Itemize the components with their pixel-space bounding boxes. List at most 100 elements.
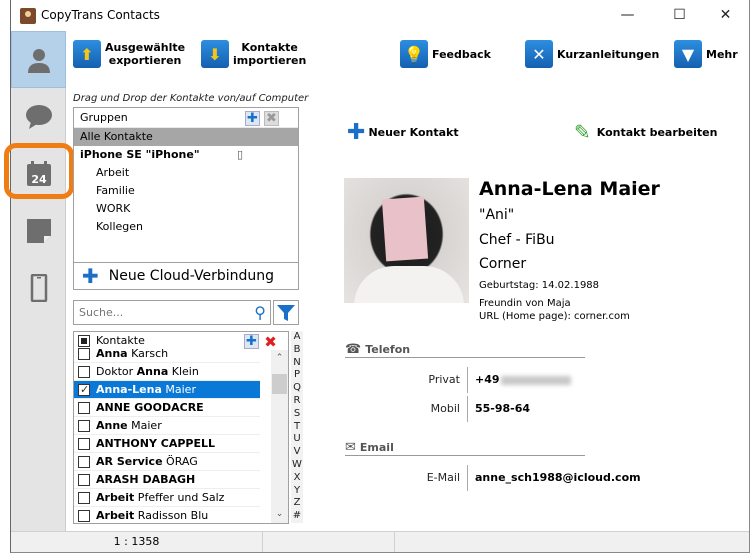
contact-checkbox[interactable] bbox=[78, 492, 90, 504]
delete-group-button[interactable]: ✖ bbox=[264, 111, 279, 126]
new-cloud-connection-button[interactable]: ✚ Neue Cloud-Verbindung bbox=[74, 262, 298, 289]
delete-contact-button[interactable]: ✖ bbox=[263, 333, 278, 351]
groups-panel: Gruppen ✚ ✖ Alle Kontakte iPhone SE "iPh… bbox=[73, 107, 299, 290]
contact-name-bold: Anne bbox=[96, 419, 128, 432]
contacts-scrollbar[interactable]: ⌃ ⌄ bbox=[271, 350, 288, 523]
contact-checkbox[interactable] bbox=[78, 510, 90, 522]
phone-section-label: Telefon bbox=[365, 343, 411, 356]
edit-contact-button[interactable]: ✎ Kontakt bearbeiten bbox=[574, 120, 717, 144]
contact-name-bold: Anna-Lena bbox=[96, 383, 162, 396]
tools-icon: ✕ bbox=[525, 40, 553, 68]
contact-name-bold: ARASH DABAGH bbox=[96, 473, 196, 486]
speech-bubble-icon bbox=[25, 104, 52, 129]
alphabet-letter[interactable]: N bbox=[291, 357, 303, 370]
contact-checkbox[interactable] bbox=[78, 456, 90, 468]
group-device[interactable]: iPhone SE "iPhone" ▯ bbox=[74, 146, 298, 164]
alphabet-letter[interactable]: T bbox=[291, 421, 303, 434]
contact-row[interactable]: ARASH DABAGH bbox=[74, 471, 260, 489]
telephone-icon: ☎ bbox=[345, 342, 362, 357]
field-separator bbox=[467, 367, 468, 393]
search-box: ⚲ bbox=[73, 300, 271, 325]
contact-checkbox[interactable] bbox=[78, 366, 90, 378]
email-section-label: Email bbox=[359, 441, 394, 454]
contact-job-title: Chef - FiBu bbox=[479, 232, 555, 248]
contact-row[interactable]: Arbeit Pfeffer und Salz bbox=[74, 489, 260, 507]
alphabet-letter[interactable]: W bbox=[291, 459, 303, 472]
group-item[interactable]: WORK bbox=[74, 200, 298, 218]
import-contacts-button[interactable]: ⬇ Kontakte importieren bbox=[201, 40, 306, 68]
alphabet-letter[interactable]: Z bbox=[291, 497, 303, 510]
contact-checkbox[interactable] bbox=[78, 381, 90, 398]
guides-button[interactable]: ✕ Kurzanleitungen bbox=[525, 40, 659, 68]
scroll-thumb[interactable] bbox=[272, 374, 287, 394]
sidebar-item-device[interactable] bbox=[11, 259, 66, 316]
contact-url: URL (Home page): corner.com bbox=[479, 311, 630, 322]
contact-row[interactable]: Arbeit Radisson Blu bbox=[74, 507, 260, 523]
email-value: anne_sch1988@icloud.com bbox=[475, 471, 641, 484]
alphabet-letter[interactable]: V bbox=[291, 446, 303, 459]
contact-checkbox[interactable] bbox=[78, 438, 90, 450]
search-input[interactable] bbox=[79, 306, 239, 319]
filter-button[interactable] bbox=[273, 300, 299, 325]
alphabet-letter[interactable]: # bbox=[291, 510, 303, 523]
alphabet-letter[interactable]: P bbox=[291, 369, 303, 382]
contact-row[interactable]: Anna Karsch bbox=[74, 345, 260, 363]
scroll-up-arrow[interactable]: ⌃ bbox=[271, 350, 288, 367]
sidebar-item-contacts[interactable] bbox=[11, 31, 66, 88]
contact-row[interactable]: Anne Maier bbox=[74, 417, 260, 435]
maximize-button[interactable]: ☐ bbox=[657, 4, 702, 26]
group-item[interactable]: Familie bbox=[74, 182, 298, 200]
alphabet-letter[interactable]: B bbox=[291, 344, 303, 357]
contact-row[interactable]: ANNE GOODACRE bbox=[74, 399, 260, 417]
contact-row[interactable]: AR Service ÖRAG bbox=[74, 453, 260, 471]
calendar-highlight-annotation bbox=[4, 143, 74, 199]
status-bar: 1 : 1358 bbox=[11, 531, 749, 552]
alphabet-letter[interactable]: Y bbox=[291, 485, 303, 498]
more-button[interactable]: ▼ Mehr bbox=[674, 40, 738, 68]
field-separator bbox=[467, 396, 468, 422]
contact-count: 1 : 1358 bbox=[11, 532, 263, 552]
sidebar-item-notes[interactable] bbox=[11, 202, 66, 259]
add-group-button[interactable]: ✚ bbox=[245, 111, 260, 126]
search-icon[interactable]: ⚲ bbox=[254, 303, 266, 322]
alphabet-letter[interactable]: A bbox=[291, 331, 303, 344]
export-label-2: exportieren bbox=[108, 54, 182, 67]
alphabet-letter[interactable]: X bbox=[291, 472, 303, 485]
contact-row[interactable]: ANTHONY CAPPELL bbox=[74, 435, 260, 453]
import-icon: ⬇ bbox=[201, 40, 229, 68]
sidebar-item-messages[interactable] bbox=[11, 88, 66, 145]
feedback-button[interactable]: 💡 Feedback bbox=[400, 40, 491, 68]
new-contact-button[interactable]: ✚ Neuer Kontakt bbox=[347, 120, 459, 145]
alphabet-letter[interactable]: R bbox=[291, 395, 303, 408]
group-item[interactable]: Kollegen bbox=[74, 218, 298, 236]
scroll-down-arrow[interactable]: ⌄ bbox=[271, 506, 288, 523]
export-selected-button[interactable]: ⬆ Ausgewählte exportieren bbox=[73, 40, 185, 68]
email-label: E-Mail bbox=[426, 471, 460, 484]
window-title: CopyTrans Contacts bbox=[41, 8, 160, 22]
blurred-phone-digits bbox=[500, 375, 571, 385]
phone-label: Privat bbox=[428, 373, 460, 386]
plus-icon: ✚ bbox=[82, 264, 99, 288]
phone-section-header: ☎ Telefon bbox=[345, 342, 585, 358]
contact-row[interactable]: Anna-Lena Maier bbox=[74, 381, 260, 399]
contact-name-bold: Anna bbox=[96, 347, 128, 360]
device-phone-icon: ▯ bbox=[237, 148, 244, 161]
contact-row[interactable]: Doktor Anna Klein bbox=[74, 363, 260, 381]
alphabet-letter[interactable]: Q bbox=[291, 382, 303, 395]
group-item[interactable]: Arbeit bbox=[74, 164, 298, 182]
contact-checkbox[interactable] bbox=[78, 420, 90, 432]
contact-checkbox[interactable] bbox=[78, 402, 90, 414]
chevron-down-icon: ▼ bbox=[674, 40, 702, 68]
groups-header: Gruppen ✚ ✖ bbox=[74, 108, 298, 128]
contact-checkbox[interactable] bbox=[78, 474, 90, 486]
person-icon bbox=[27, 48, 50, 73]
minimize-button[interactable]: — bbox=[605, 4, 650, 26]
close-button[interactable]: ✕ bbox=[703, 4, 748, 26]
alphabet-letter[interactable]: U bbox=[291, 433, 303, 446]
envelope-icon: ✉ bbox=[345, 440, 356, 455]
contact-checkbox[interactable] bbox=[78, 348, 90, 360]
export-label-1: Ausgewählte bbox=[105, 41, 186, 54]
group-all-contacts[interactable]: Alle Kontakte bbox=[74, 128, 298, 146]
alphabet-letter[interactable]: S bbox=[291, 408, 303, 421]
feedback-label: Feedback bbox=[432, 47, 491, 61]
